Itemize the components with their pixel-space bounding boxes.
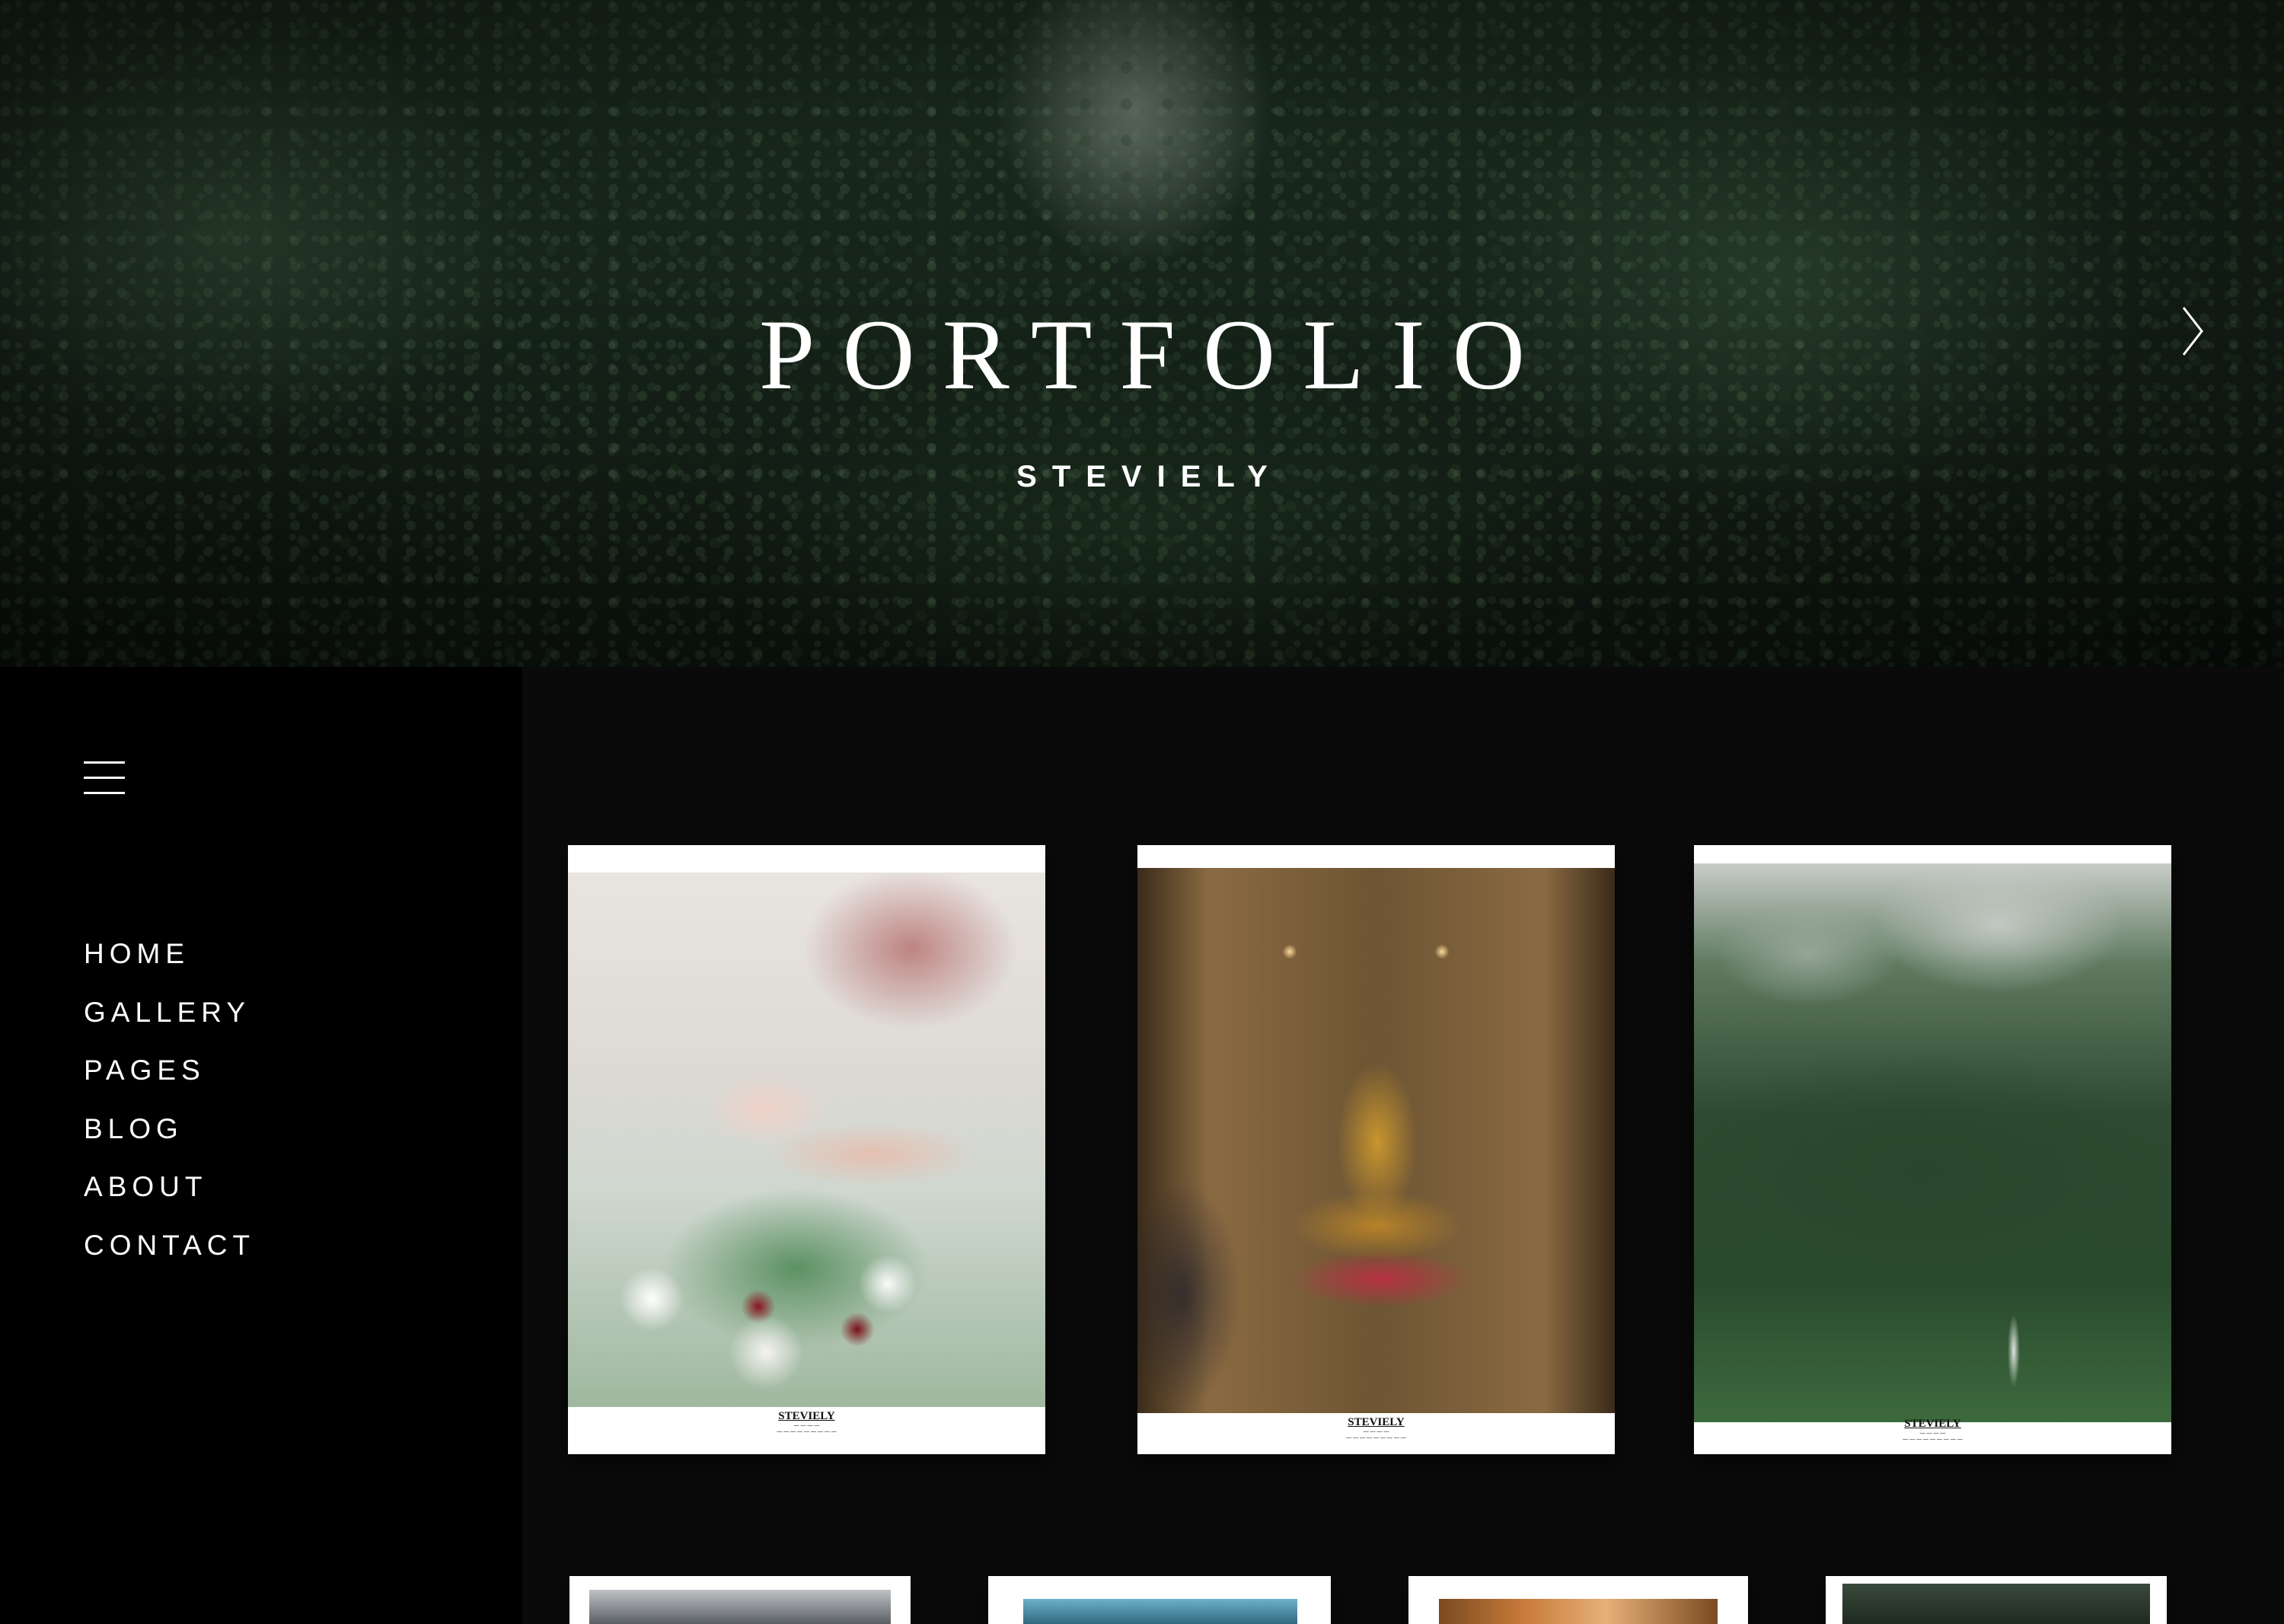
chevron-right-icon[interactable] bbox=[2177, 305, 2208, 358]
gallery-card[interactable] bbox=[1408, 1576, 1748, 1624]
gallery-photo bbox=[1137, 868, 1615, 1413]
caption-line: — — — — — — — — — bbox=[1903, 1437, 1963, 1443]
nav-item-blog[interactable]: BLOG bbox=[84, 1110, 255, 1169]
nav-item-home[interactable]: HOME bbox=[84, 935, 255, 994]
gallery-photo bbox=[1842, 1584, 2150, 1624]
hero-title: PORTFOLIO bbox=[758, 298, 1553, 410]
gallery-card-caption: STEVIELY — — — — — — — — — — — — — bbox=[1137, 1416, 1615, 1441]
gallery-card-temple[interactable]: STEVIELY — — — — — — — — — — — — — bbox=[1137, 845, 1615, 1454]
gallery-photo bbox=[1023, 1599, 1297, 1624]
gallery-card-caption: STEVIELY — — — — — — — — — — — — — bbox=[1694, 1418, 2171, 1443]
sidebar-nav: HOME GALLERY PAGES BLOG ABOUT CONTACT bbox=[84, 935, 255, 1284]
nav-item-about[interactable]: ABOUT bbox=[84, 1168, 255, 1227]
gallery-card[interactable] bbox=[569, 1576, 911, 1624]
caption-line: — — — — bbox=[1363, 1429, 1389, 1435]
gallery-photo bbox=[1439, 1599, 1718, 1624]
gallery-photo bbox=[589, 1590, 891, 1624]
hamburger-menu-icon[interactable] bbox=[84, 761, 125, 795]
caption-title: STEVIELY bbox=[1348, 1416, 1405, 1428]
gallery-photo bbox=[1694, 863, 2171, 1422]
nav-item-gallery[interactable]: GALLERY bbox=[84, 994, 255, 1052]
gallery-card[interactable] bbox=[1826, 1576, 2167, 1624]
gallery-card-flowers[interactable]: STEVIELY — — — — — — — — — — — — — bbox=[568, 845, 1045, 1454]
hero-subtitle: STEVIELY bbox=[1016, 460, 1283, 493]
caption-title: STEVIELY bbox=[778, 1410, 835, 1422]
gallery-card-forest[interactable]: STEVIELY — — — — — — — — — — — — — bbox=[1694, 845, 2171, 1454]
sidebar bbox=[0, 667, 522, 1624]
gallery-photo bbox=[568, 873, 1045, 1407]
hero-banner: PORTFOLIO STEVIELY bbox=[0, 0, 2284, 667]
caption-line: — — — — bbox=[1919, 1431, 1946, 1437]
caption-line: — — — — bbox=[793, 1423, 820, 1429]
caption-line: — — — — — — — — — bbox=[777, 1429, 837, 1435]
caption-line: — — — — — — — — — bbox=[1346, 1435, 1406, 1441]
portfolio-page: PORTFOLIO STEVIELY HOME GALLERY PAGES BL… bbox=[0, 0, 2284, 1624]
gallery-card[interactable] bbox=[988, 1576, 1331, 1624]
nav-item-pages[interactable]: PAGES bbox=[84, 1051, 255, 1110]
gallery-card-caption: STEVIELY — — — — — — — — — — — — — bbox=[568, 1410, 1045, 1435]
nav-item-contact[interactable]: CONTACT bbox=[84, 1227, 255, 1285]
caption-title: STEVIELY bbox=[1904, 1418, 1961, 1430]
